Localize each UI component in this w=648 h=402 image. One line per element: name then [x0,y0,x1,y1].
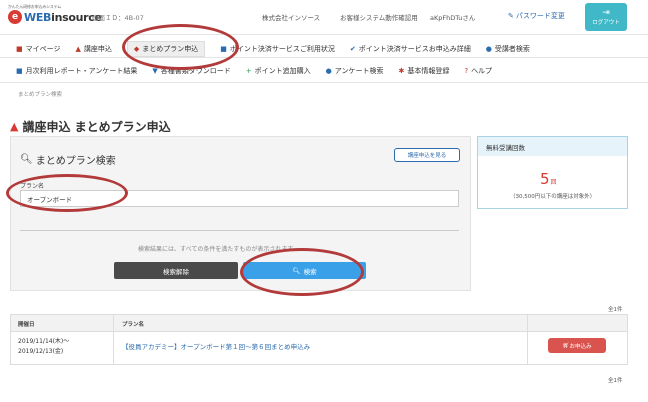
free-count-unit: 回 [550,179,557,186]
nav-label: 基本情報登録 [407,67,450,75]
breadcrumb: まとめプラン検索 [18,92,63,98]
logo-text-web: WEB [24,10,52,24]
nav-row-2: ■ 月次利用レポート・アンケート結果 ▼ 各種書類ダウンロード + ポイント追加… [16,66,507,76]
page-title: ▲ 講座申込 まとめプラン申込 [10,118,171,135]
free-count-title: 無料受講回数 [478,137,627,156]
nav-item-basic-info[interactable]: ✱ 基本情報登録 [398,66,449,76]
cart-icon: 🛒︎ [562,342,570,349]
free-count-note: （30,500円以下の講座は対象外） [510,194,596,200]
nav-divider-mid [0,57,648,58]
annotation-oval-field [6,174,128,212]
nav-label: 講座申込 [83,45,112,53]
nav-item-point-purchase[interactable]: + ポイント追加購入 [246,66,311,76]
date-from: 2019/11/14(木)～ [18,338,70,345]
plus-icon: + [245,67,252,75]
logo[interactable]: e WEBinsource [8,10,102,24]
plan-name-link[interactable]: 【役員アカデミー】オープンボード第１回～第６回まとめ申込み [122,341,310,351]
nav-item-monthly-report[interactable]: ■ 月次利用レポート・アンケート結果 [16,66,137,76]
password-change-label: パスワード変更 [515,12,565,20]
column-header-date: 開催日 [18,322,35,328]
help-icon: ? [464,67,469,75]
graduation-cap-icon: ▲ [10,120,19,133]
nav-item-trainee-search[interactable]: ● 受講者検索 [486,44,530,54]
nav-label: 月次利用レポート・アンケート結果 [25,67,138,75]
search-panel-title: 🔍︎ まとめプラン検索 [20,152,116,167]
nav-label: ポイント決済サービスご利用状況 [229,45,335,53]
annotation-oval-nav [122,24,239,70]
date-to: 2019/12/13(金) [18,348,64,355]
nav-item-course-apply[interactable]: ▲ 講座申込 [76,44,112,54]
username: aKpFhDTuさん [430,14,476,22]
check-icon: ✔ [349,45,356,53]
free-count-value: 5 回 [540,170,557,188]
panel-divider [20,230,459,231]
clear-search-button[interactable]: 検索解除 [114,262,238,279]
password-change-link[interactable]: ✎ パスワード変更 [508,11,565,21]
apply-button-label: お申込み [569,343,592,350]
logout-label: ログアウト [592,19,620,26]
view-course-apply-button[interactable]: 講座申込を見る [394,148,460,162]
nav-label: ヘルプ [471,67,493,75]
column-divider [527,315,528,364]
nav-item-survey-search[interactable]: ● アンケート検索 [326,66,384,76]
company-name: 株式会社インソース [262,14,321,22]
search-icon: ● [485,45,492,53]
logo-mark: e [8,10,22,24]
logout-icon: ⇥ [602,7,610,18]
nav-label: アンケート検索 [334,67,384,75]
column-divider [113,315,114,364]
annotation-oval-search [240,248,364,296]
screen-id: 画面ＩＤ：4B-07 [92,14,144,22]
nav-item-mypage[interactable]: ■ マイページ [16,44,61,54]
survey-icon: ● [325,67,332,75]
nav-label: ポイント追加購入 [254,67,311,75]
free-count-number: 5 [540,170,550,188]
table-row-date: 2019/11/14(木)～ 2019/12/13(金) [18,337,69,357]
report-icon: ■ [16,67,23,75]
gear-icon: ✱ [398,67,405,75]
row-divider [11,331,627,332]
logout-button[interactable]: ⇥ ログアウト [585,3,627,31]
nav-divider-bottom [0,82,648,83]
nav-row-1: ■ マイページ ▲ 講座申込 ◆ まとめプラン申込 ■ ポイント決済サービスご利… [16,41,545,57]
search-panel-title-text: まとめプラン検索 [35,156,116,167]
search-icon: 🔍︎ [20,154,33,165]
nav-label: 受講者検索 [494,45,530,53]
graduation-cap-icon: ▲ [75,45,81,53]
nav-divider-top [0,34,648,35]
system-label: お客様システム動作確認用 [340,14,418,22]
table-header [11,315,627,331]
result-count-top: 全1件 [608,307,623,313]
apply-button[interactable]: 🛒︎ お申込み [548,338,606,353]
page-title-text: 講座申込 まとめプラン申込 [22,120,171,134]
home-icon: ■ [16,45,23,53]
column-header-plan: プラン名 [122,322,145,328]
nav-label: マイページ [25,45,61,53]
nav-label: ポイント決済サービスお申込み詳細 [358,45,471,53]
pencil-icon: ✎ [508,12,514,20]
result-count-bottom: 全1件 [608,378,623,384]
nav-item-point-detail[interactable]: ✔ ポイント決済サービスお申込み詳細 [350,44,471,54]
nav-item-help[interactable]: ? ヘルプ [464,66,492,76]
